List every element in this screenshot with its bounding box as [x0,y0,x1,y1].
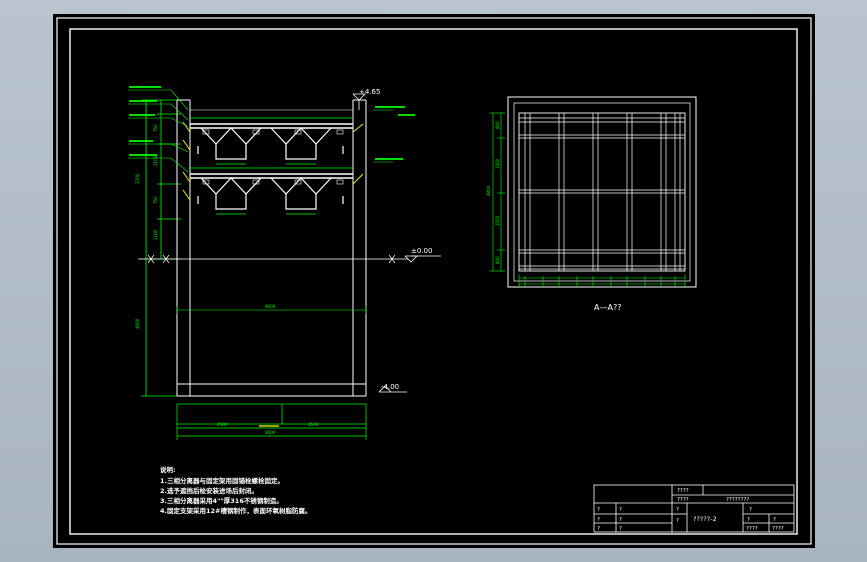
upper-separator-layer [182,117,364,165]
elevation-top-label: +4.65 [359,88,380,96]
tank-walls [176,99,367,397]
vertical-dimension-chain [141,99,181,397]
svg-text:1500: 1500 [495,215,500,226]
title-block-row1: ???? [677,488,689,494]
title-block-q1: ? [597,507,600,513]
note-line-4: 4.固定支架采用12#槽钢制作，表面环氧树脂防腐。 [160,506,311,515]
note-line-1: 1.三相分离器与固定架用固锚栓螺栓固定。 [160,476,284,485]
interior-width-text: 9000 [265,304,276,309]
title-block: ???? ???? ???????? ? ? ? ? ? ? ? ? ?????… [593,484,795,533]
section-label-aa: A—A?? [594,303,621,312]
plan-grid-horizontal [519,117,685,270]
svg-text:800: 800 [495,256,500,264]
plan-view-aa: 800 1500 1500 800 4800 [486,96,697,288]
svg-text:4500: 4500 [308,422,319,427]
note-line-2: 2.选予遮挡后检安装进场后封闭。 [160,486,258,495]
elevation-zero-marker [404,255,441,263]
svg-text:800: 800 [495,121,500,129]
notes-title: 说明: [160,465,176,474]
leader-text-placeholders [129,86,415,160]
title-block-q9: ? [749,507,752,513]
plan-grid-vertical [524,113,681,271]
title-block-q8: ? [676,518,679,524]
svg-text:1100: 1100 [153,155,158,166]
svg-text:9000: 9000 [265,430,276,435]
svg-text:1100: 1100 [153,229,158,240]
title-block-q10: ? [747,517,750,523]
title-block-row2b: ???????? [726,497,749,503]
elevation-top-marker [352,93,366,110]
svg-text:1500: 1500 [495,158,500,169]
title-block-q11: ? [773,517,776,523]
zero-level-line [138,254,408,264]
elevation-zero-label: ±0.00 [411,247,432,255]
elevation-bottom-label: -4.00 [381,383,399,391]
cad-viewport[interactable]: 3700 4000 750 1100 750 1100 9000 +4.65 ±… [53,14,815,548]
title-block-q3: ? [597,517,600,523]
svg-text:4800: 4800 [486,185,491,196]
title-block-q7: ? [676,507,679,513]
tank-section-view: 3700 4000 750 1100 750 1100 9000 +4.65 ±… [128,86,441,440]
drawing-number: ?????-2 [693,515,717,523]
title-block-q6: ? [619,526,622,532]
svg-text:750: 750 [153,124,158,132]
svg-text:750: 750 [153,196,158,204]
title-block-q2: ? [619,507,622,513]
title-block-foot1: ???? [746,526,758,532]
svg-text:4500: 4500 [217,422,228,427]
title-block-row2a: ???? [677,497,689,503]
svg-text:3700: 3700 [135,173,140,184]
lower-separator-layer [182,167,364,215]
svg-text:4000: 4000 [135,318,140,329]
design-notes: 说明: 1.三相分离器与固定架用固锚栓螺栓固定。 2.选予遮挡后检安装进场后封闭… [160,465,311,515]
title-block-q4: ? [619,517,622,523]
note-line-3: 3.三相分离器采用4""厚316不锈钢制造。 [160,496,283,505]
plan-dims [489,112,686,288]
title-block-foot2: ???? [772,526,784,532]
title-block-q5: ? [597,526,600,532]
